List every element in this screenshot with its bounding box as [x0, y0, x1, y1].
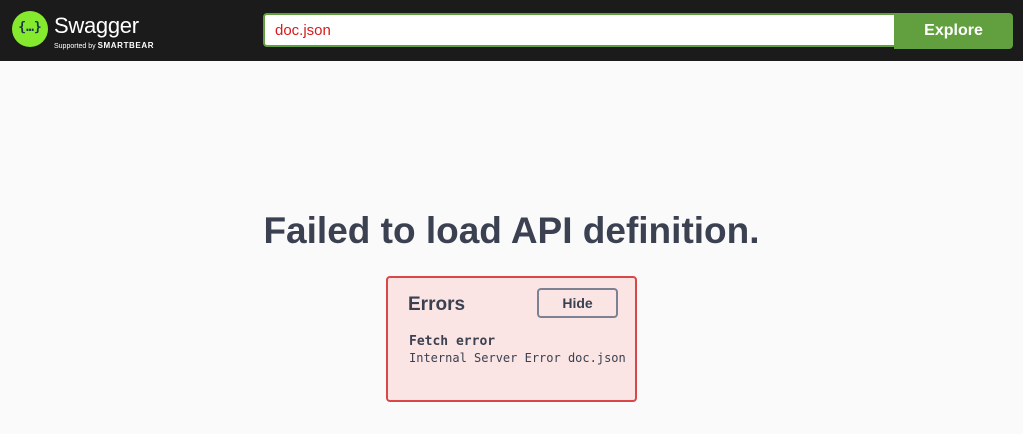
logo-supported-by: Supported by — [54, 43, 96, 50]
logo-glyph: {…} — [18, 20, 42, 35]
error-message: Internal Server Error doc.json — [409, 351, 626, 365]
url-input[interactable] — [263, 13, 894, 47]
topbar: {…} Swagger Supported by SMARTBEAR Explo… — [0, 0, 1023, 61]
swagger-braces-icon: {…} — [12, 11, 48, 47]
page-title: Failed to load API definition. — [263, 210, 760, 251]
error-type: Fetch error — [409, 334, 496, 349]
hide-button[interactable]: Hide — [537, 288, 618, 318]
explore-button[interactable]: Explore — [894, 13, 1013, 49]
errors-panel: Errors Hide Fetch error Internal Server … — [386, 276, 637, 402]
logo-subtitle: Supported by SMARTBEAR — [54, 41, 154, 50]
logo-brand: SMARTBEAR — [97, 41, 155, 50]
swagger-logo[interactable]: {…} Swagger Supported by SMARTBEAR — [12, 11, 172, 51]
errors-title: Errors — [408, 294, 466, 315]
logo-title: Swagger — [54, 13, 139, 38]
